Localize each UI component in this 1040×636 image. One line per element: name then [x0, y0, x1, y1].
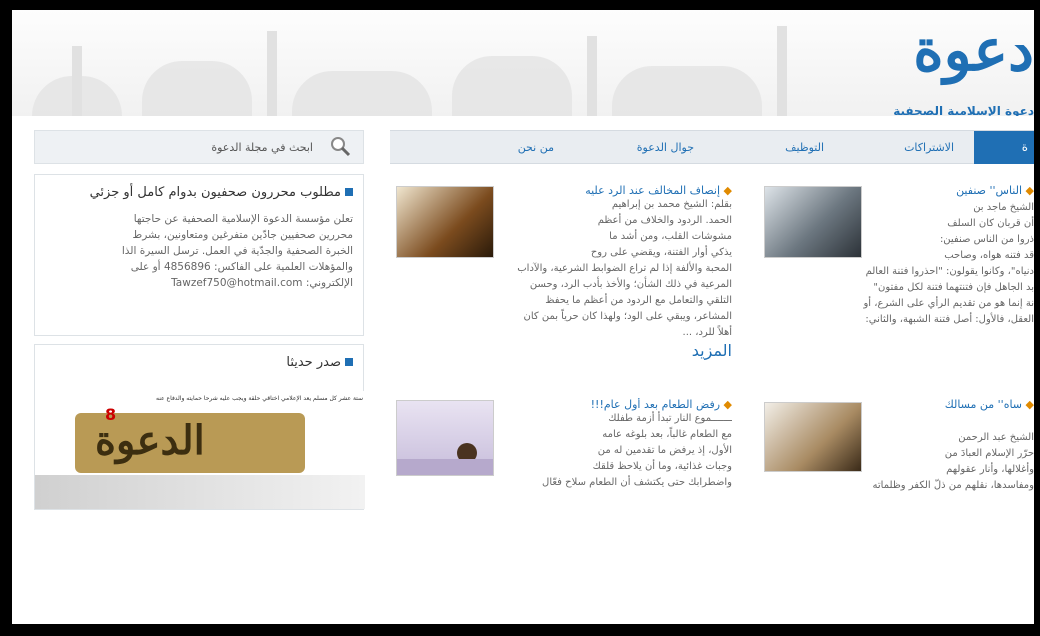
bullet-icon: ◆ [720, 398, 732, 411]
skyline-minaret [72, 46, 82, 116]
bullet-icon [345, 358, 353, 366]
nav-item-about[interactable]: من نحن [518, 131, 554, 164]
thumb-table [397, 459, 493, 475]
article-card: ◆ الناس'' صنفين [870, 184, 1034, 197]
article-title[interactable]: ◆ ساه'' من مسالك [870, 398, 1034, 411]
skyline-dome [292, 71, 432, 116]
article-thumbnail-child[interactable] [396, 400, 494, 476]
article-excerpt: ـــــــموع النار تبدأ أزمة طفلك مع الطعا… [542, 413, 732, 488]
article-excerpt-wrap: الشيخ عبد الرحمن حرّر الإسلام العبادَ من… [870, 430, 1034, 510]
article-title-text: ساه'' من مسالك [944, 398, 1023, 411]
cover-banner-text: ستة عشر كل مسلم يعد الإعلامي اختاقي حلقة… [156, 395, 363, 402]
new-issue-title-text: صدر حديثا [286, 355, 341, 370]
nav-item-mobile[interactable]: جوال الدعوة [637, 131, 694, 164]
skyline-dome [452, 56, 572, 116]
bullet-icon: ◆ [720, 184, 732, 197]
article-excerpt: الشيخ ماجد بن أن قربان كان السلف ذروا من… [863, 202, 1034, 325]
skyline-minaret [587, 36, 597, 116]
bullet-icon: ◆ [1022, 184, 1034, 197]
read-more-link[interactable]: المزيد [692, 341, 732, 360]
jobs-title-text: مطلوب محررون صحفيون بدوام كامل أو جزئي [89, 185, 341, 200]
article-title-text: إنصاف المخالف عند الرد عليه [585, 184, 721, 197]
nav-item-home[interactable]: ة [974, 131, 1034, 164]
bullet-icon [345, 188, 353, 196]
site-header: دعوة دعوة الإسلامية الصحفية [12, 10, 1034, 116]
article-thumbnail-book[interactable] [396, 186, 494, 258]
bullet-icon: ◆ [1022, 398, 1034, 411]
article-thumbnail-writing[interactable] [764, 402, 862, 472]
new-issue-box: صدر حديثا ستة عشر كل مسلم يعد الإعلامي ا… [34, 344, 365, 510]
article-excerpt-wrap: الشيخ ماجد بن أن قربان كان السلف ذروا من… [752, 200, 1034, 328]
cover-bottom-strip [35, 475, 365, 509]
search-input[interactable]: ابحث في مجلة الدعوة [211, 141, 313, 154]
article-title[interactable]: ◆ الناس'' صنفين [870, 184, 1034, 197]
article-title-text: رفض الطعام بعد أول عام!!! [590, 398, 721, 411]
article-excerpt: الشيخ عبد الرحمن حرّر الإسلام العبادَ من… [872, 432, 1034, 491]
article-title[interactable]: ◆ إنصاف المخالف عند الرد عليه [504, 184, 732, 197]
jobs-announcement-box: مطلوب محررون صحفيون بدوام كامل أو جزئي ت… [34, 174, 364, 336]
article-card: ◆ رفض الطعام بعد أول عام!!! ـــــــموع ا… [504, 398, 732, 510]
search-icon[interactable] [329, 135, 351, 157]
jobs-announcement-text: تعلن مؤسسة الدعوة الإسلامية الصحفية عن ح… [121, 213, 353, 289]
browser-viewport: دعوة دعوة الإسلامية الصحفية ابحث في مجلة… [12, 10, 1034, 624]
skyline-minaret [777, 26, 787, 116]
logo-wordmark: دعوة [913, 16, 1034, 84]
main-nav: ة الاشتراكات التوظيف جوال الدعوة من نحن [390, 130, 1034, 164]
nav-item-jobs[interactable]: التوظيف [785, 131, 824, 164]
article-card: ◆ إنصاف المخالف عند الرد عليه بقلم: الشي… [504, 184, 732, 360]
cover-issue-number: 8 [105, 405, 117, 424]
search-bar[interactable]: ابحث في مجلة الدعوة [34, 130, 364, 164]
cover-magazine-name: الدعوة [95, 417, 205, 464]
magazine-cover-image[interactable]: ستة عشر كل مسلم يعد الإعلامي اختاقي حلقة… [35, 391, 365, 509]
article-excerpt: بقلم: الشيخ محمد بن إبراهيم الحمد. الردو… [517, 199, 732, 338]
skyline-dome [612, 66, 762, 116]
site-logo[interactable]: دعوة دعوة الإسلامية الصحفية [834, 16, 1034, 116]
article-card: ◆ ساه'' من مسالك [870, 398, 1034, 411]
skyline-dome [142, 61, 252, 116]
logo-subtitle: دعوة الإسلامية الصحفية [893, 104, 1034, 116]
jobs-announcement-title[interactable]: مطلوب محررون صحفيون بدوام كامل أو جزئي [35, 175, 363, 207]
new-issue-title: صدر حديثا [35, 345, 363, 377]
article-title[interactable]: ◆ رفض الطعام بعد أول عام!!! [504, 398, 732, 411]
skyline-minaret [267, 31, 277, 116]
nav-item-subscriptions[interactable]: الاشتراكات [904, 131, 954, 164]
article-title-text: الناس'' صنفين [956, 184, 1023, 197]
